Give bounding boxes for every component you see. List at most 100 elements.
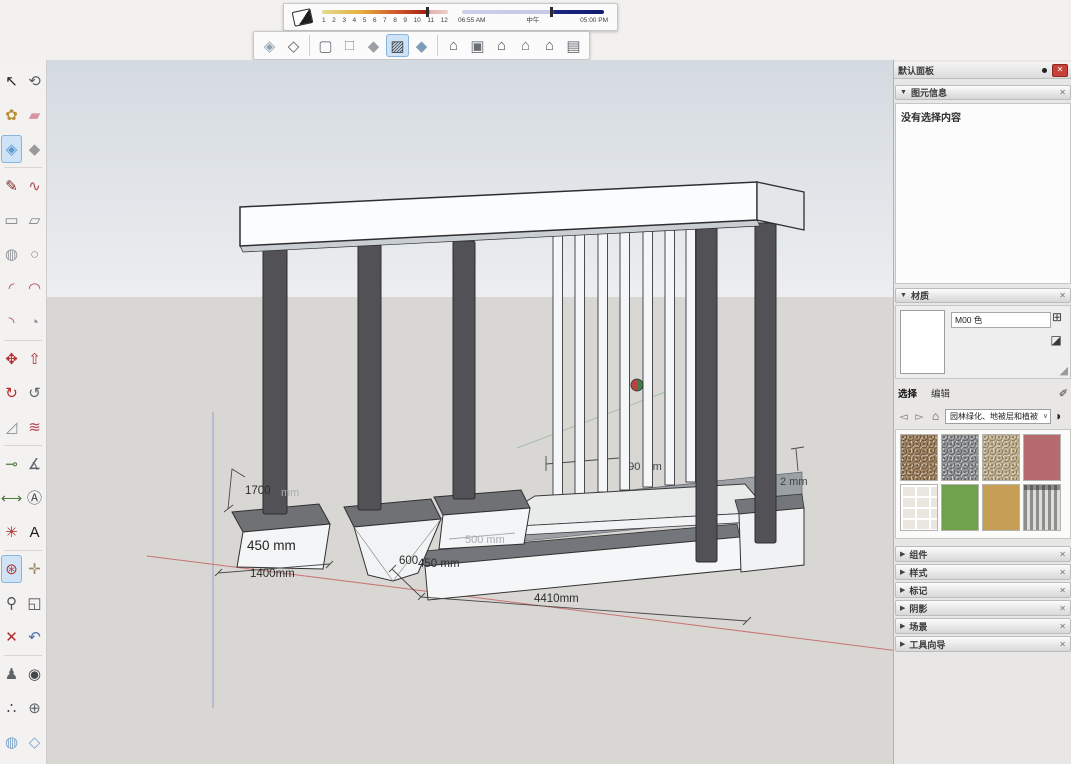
resize-corner-icon[interactable]: ◢ (1060, 366, 1068, 376)
dimension-tool[interactable]: ⟷ (1, 484, 22, 512)
tape-measure-tool[interactable]: ⊸ (1, 450, 22, 478)
axes-tool[interactable]: ✳ (1, 518, 22, 546)
date-slider-track[interactable] (322, 10, 448, 14)
pie-tool[interactable]: ◔ (24, 308, 45, 336)
shaded-mode-icon[interactable]: ◆ (362, 34, 385, 57)
material-solid-ochre[interactable] (982, 484, 1020, 531)
material-solid-rose[interactable] (1023, 434, 1061, 481)
monochrome-mode-icon[interactable]: ◆ (410, 34, 433, 57)
close-section-icon[interactable]: ✕ (1059, 586, 1066, 595)
eraser-tool[interactable]: ▰ (24, 101, 45, 129)
material-pavers-white[interactable] (900, 484, 938, 531)
three-point-arc-tool[interactable]: ◝ (1, 308, 22, 336)
shadow-date-slider[interactable]: 123456789101112 (322, 7, 448, 27)
section-工具向导[interactable]: ▶工具向导✕ (895, 636, 1071, 652)
arc-tool[interactable]: ◜ (1, 274, 22, 302)
two-point-arc-tool[interactable]: ◠ (24, 274, 45, 302)
xray-mode-icon[interactable]: ◈ (258, 34, 281, 57)
rotate-tool[interactable]: ↻ (1, 379, 22, 407)
material-box-tool[interactable]: ◈ (1, 135, 22, 163)
view-back-icon[interactable]: ⌂ (538, 34, 561, 57)
time-labels: 06:55 AM 中午 05:00 PM (458, 16, 608, 26)
look-around-tool[interactable]: ◉ (24, 660, 45, 688)
circle-tool[interactable]: ◍ (1, 240, 22, 268)
section-场景[interactable]: ▶场景✕ (895, 618, 1071, 634)
close-section-icon[interactable]: ✕ (1059, 568, 1066, 577)
view-left-icon[interactable]: ▤ (562, 34, 585, 57)
zoom-window-tool[interactable]: ◱ (24, 589, 45, 617)
lasso-tool[interactable]: ⟲ (24, 67, 45, 95)
line-tool[interactable]: ✎ (1, 172, 22, 200)
polygon-tool[interactable]: ○ (24, 240, 45, 268)
section-标记[interactable]: ▶标记✕ (895, 582, 1071, 598)
zoom-tool[interactable]: ⚲ (1, 589, 22, 617)
close-section-icon[interactable]: ✕ (1059, 640, 1066, 649)
pan-tool[interactable]: ✛ (24, 555, 45, 583)
view-right-icon[interactable]: ⌂ (514, 34, 537, 57)
forward-icon[interactable]: ▻ (913, 410, 926, 423)
eyedropper-icon[interactable]: ✐ (1059, 387, 1068, 400)
shaded-textures-mode-icon[interactable]: ▨ (386, 34, 409, 57)
select-tool[interactable]: ↖ (1, 67, 22, 95)
material-crushed-rock[interactable] (982, 434, 1020, 481)
shadow-time-slider[interactable]: 06:55 AM 中午 05:00 PM (458, 7, 608, 27)
model-viewport[interactable]: 390 mm (47, 60, 893, 764)
tool-row: ◿≋ (0, 410, 46, 444)
section-plane-tool[interactable]: ⊕ (24, 694, 45, 722)
material-fence-slats[interactable] (1023, 484, 1061, 531)
pin-icon[interactable] (1042, 68, 1047, 73)
tool-group-separator (4, 550, 42, 551)
details-icon[interactable]: ◑ (1054, 409, 1061, 423)
scale-tool[interactable]: ◿ (1, 413, 22, 441)
paint-bucket-tool[interactable]: ✿ (1, 101, 22, 129)
close-materials-icon[interactable]: ✕ (1059, 291, 1066, 300)
3d-text-tool[interactable]: A (24, 518, 45, 546)
freehand-tool[interactable]: ∿ (24, 172, 45, 200)
section-样式[interactable]: ▶样式✕ (895, 564, 1071, 580)
section-组件[interactable]: ▶组件✕ (895, 546, 1071, 562)
wireframe-mode-icon[interactable]: ▢ (314, 34, 337, 57)
material-solid-green[interactable] (941, 484, 979, 531)
zoom-extents-tool[interactable]: ✕ (1, 623, 22, 651)
materials-header[interactable]: ▼ 材质 ✕ (895, 288, 1071, 303)
home-icon[interactable]: ⌂ (929, 409, 942, 423)
orbit-tool[interactable]: ⊛ (1, 555, 22, 583)
view-front-icon[interactable]: ⌂ (490, 34, 513, 57)
material-gravel-gray[interactable] (941, 434, 979, 481)
close-entity-info-icon[interactable]: ✕ (1059, 88, 1066, 97)
view-top-icon[interactable]: ▣ (466, 34, 489, 57)
entity-info-header[interactable]: ▼ 图元信息 ✕ (895, 85, 1071, 100)
material-mulch-brown[interactable] (900, 434, 938, 481)
back-icon[interactable]: ◅ (897, 410, 910, 423)
material-category-dropdown[interactable]: 园林绿化、地被层和植被 ∨ (945, 409, 1051, 424)
close-section-icon[interactable]: ✕ (1059, 622, 1066, 631)
close-section-icon[interactable]: ✕ (1059, 550, 1066, 559)
move-tool[interactable]: ✥ (1, 345, 22, 373)
back-edges-mode-icon[interactable]: ◇ (282, 34, 305, 57)
walk-tool[interactable]: ∴ (1, 694, 22, 722)
time-slider-track[interactable] (462, 10, 604, 14)
follow-me-tool[interactable]: ↺ (24, 379, 45, 407)
section-阴影[interactable]: ▶阴影✕ (895, 600, 1071, 616)
tab-edit[interactable]: 编辑 (931, 386, 950, 400)
close-tray-button[interactable]: ✕ (1052, 64, 1068, 77)
protractor-tool[interactable]: ∡ (24, 450, 45, 478)
hidden-line-mode-icon[interactable]: □ (338, 34, 361, 57)
shadow-settings-icon[interactable] (292, 8, 314, 27)
rectangle-tool[interactable]: ▭ (1, 206, 22, 234)
text-tool[interactable]: Ⓐ (24, 484, 45, 512)
view-iso-icon[interactable]: ⌂ (442, 34, 465, 57)
rotated-rectangle-tool[interactable]: ▱ (24, 206, 45, 234)
close-section-icon[interactable]: ✕ (1059, 604, 1066, 613)
extra-tool-1[interactable]: ◍ (1, 728, 22, 756)
previous-view-tool[interactable]: ↶ (24, 623, 45, 651)
tab-select[interactable]: 选择 (898, 386, 917, 400)
material-name-field[interactable] (951, 312, 1051, 328)
push-pull-tool[interactable]: ⇧ (24, 345, 45, 373)
sample-paint-icon[interactable]: ◪ (1048, 332, 1064, 348)
offset-tool[interactable]: ≋ (24, 413, 45, 441)
extra-tool-2[interactable]: ◇ (24, 728, 45, 756)
position-camera-tool[interactable]: ♟ (1, 660, 22, 688)
shape-tool[interactable]: ◆ (24, 135, 45, 163)
create-material-button[interactable]: ⊞ (1049, 309, 1065, 325)
